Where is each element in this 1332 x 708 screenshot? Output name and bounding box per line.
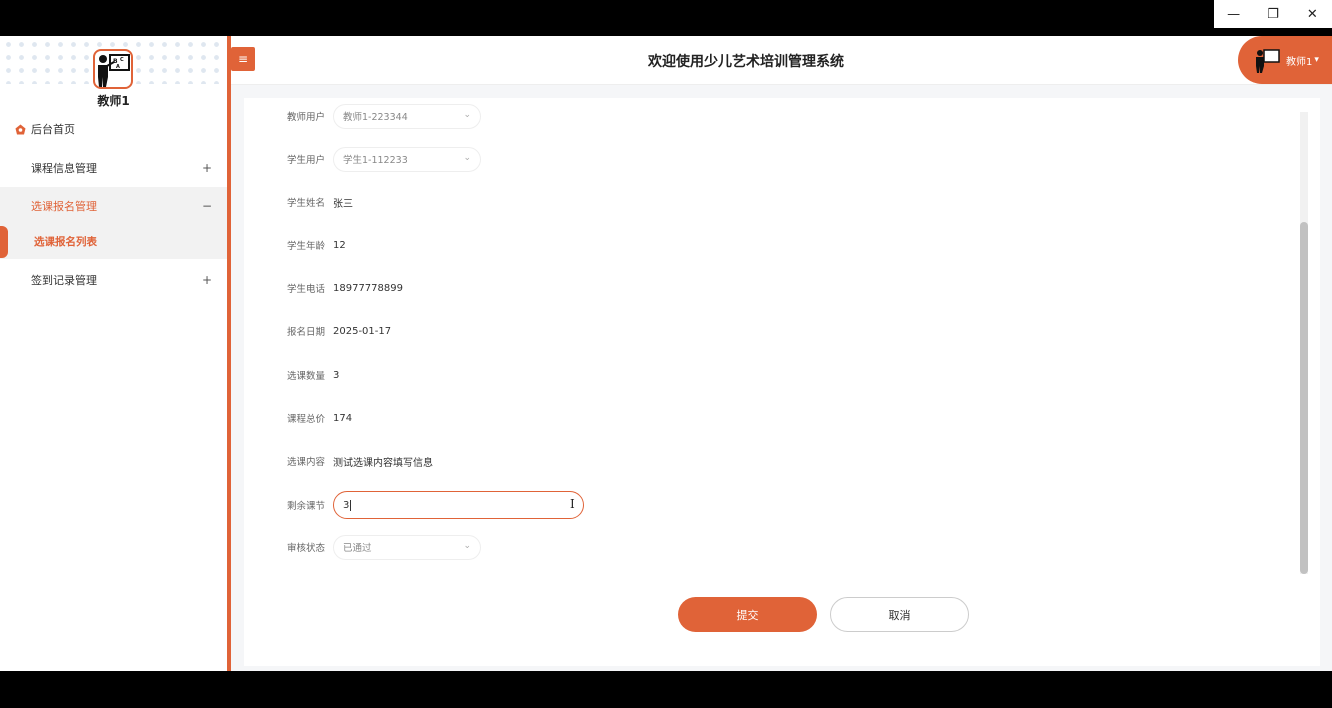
user-menu[interactable]: 教师1 ▾ — [1238, 36, 1332, 84]
review-status-select[interactable]: 已通过 ⌄ — [333, 534, 481, 560]
field-course-total: 课程总价 174 — [244, 405, 1144, 431]
field-label: 学生年龄 — [286, 241, 325, 252]
window-controls: — ❐ ✕ — [1214, 0, 1332, 28]
expand-icon[interactable]: + — [202, 161, 212, 175]
field-label: 学生电话 — [286, 284, 325, 295]
field-student-name: 学生姓名 张三 — [244, 189, 1144, 215]
header: ≡ 欢迎使用少儿艺术培训管理系统 教师1 ▾ — [231, 36, 1332, 85]
field-course-count: 选课数量 3 — [244, 362, 1144, 388]
field-value: 174 — [333, 412, 353, 424]
chevron-down-icon: ▾ — [1314, 55, 1319, 65]
grid-icon — [15, 201, 26, 212]
field-student-age: 学生年龄 12 — [244, 232, 1144, 258]
select-value: 学生1-112233 — [343, 155, 408, 166]
field-label: 报名日期 — [286, 327, 325, 338]
field-label: 选课数量 — [286, 371, 325, 382]
close-icon[interactable]: ✕ — [1293, 0, 1332, 28]
text-caret — [350, 499, 352, 511]
sidebar-subitem-enrollment-list[interactable]: 选课报名列表 — [0, 223, 227, 259]
field-value: 12 — [333, 239, 346, 251]
app-window: B C A 教师1 后台首页 课程信息管理 + 选课报名管理 − 选课报名列表 … — [0, 36, 1332, 671]
title-bar: — ❐ ✕ — [0, 0, 1332, 36]
chevron-down-icon: ⌄ — [463, 109, 471, 120]
active-marker — [0, 226, 8, 258]
form-panel: 教师用户 教师1-223344 ⌄ 学生用户 学生1-112233 ⌄ 学生姓名… — [244, 98, 1320, 666]
collapse-icon[interactable]: − — [202, 199, 212, 213]
field-course-content: 选课内容 测试选课内容填写信息 — [244, 448, 1144, 474]
cancel-button[interactable]: 取消 — [830, 597, 969, 632]
sidebar-item-enrollment[interactable]: 选课报名管理 − — [0, 187, 227, 225]
minimize-icon[interactable]: — — [1214, 0, 1253, 28]
user-avatar-icon — [1254, 47, 1280, 73]
scrollbar-thumb[interactable] — [1300, 222, 1308, 574]
field-student-phone: 学生电话 18977778899 — [244, 275, 1144, 301]
field-value: 3 — [333, 369, 340, 381]
restore-icon[interactable]: ❐ — [1253, 0, 1292, 28]
sidebar-item-label: 课程信息管理 — [31, 162, 97, 175]
student-user-select[interactable]: 学生1-112233 ⌄ — [333, 146, 481, 172]
svg-text:A: A — [116, 64, 120, 70]
field-student-user: 学生用户 学生1-112233 ⌄ — [244, 146, 1144, 172]
field-value: 测试选课内容填写信息 — [333, 457, 433, 469]
field-review-status: 审核状态 已通过 ⌄ — [244, 534, 1144, 560]
svg-text:C: C — [120, 57, 124, 63]
teacher-user-select[interactable]: 教师1-223344 ⌄ — [333, 103, 481, 129]
select-value: 已通过 — [343, 543, 372, 554]
field-remaining-lessons: 剩余课节 3 I — [244, 490, 1144, 520]
field-label: 审核状态 — [286, 543, 325, 554]
remaining-lessons-input[interactable]: 3 I — [333, 491, 584, 519]
page-title: 欢迎使用少儿艺术培训管理系统 — [648, 54, 844, 70]
field-label: 选课内容 — [286, 457, 325, 468]
ibeam-cursor-icon: I — [570, 497, 575, 511]
grid-icon — [15, 275, 26, 286]
grid-icon — [15, 163, 26, 174]
field-label: 学生用户 — [286, 155, 325, 166]
sidebar-item-label: 后台首页 — [31, 123, 75, 136]
chevron-down-icon: ⌄ — [463, 540, 471, 551]
submit-button[interactable]: 提交 — [678, 597, 817, 632]
field-value: 张三 — [333, 198, 353, 210]
field-value: 18977778899 — [333, 282, 403, 294]
home-icon — [15, 124, 26, 135]
field-label: 课程总价 — [286, 414, 325, 425]
field-label: 教师用户 — [286, 112, 325, 123]
sidebar-item-label: 签到记录管理 — [31, 274, 97, 287]
sidebar-border — [227, 36, 231, 671]
input-value: 3 — [343, 499, 350, 511]
field-label: 剩余课节 — [286, 501, 325, 512]
field-signup-date: 报名日期 2025-01-17 — [244, 318, 1144, 344]
sidebar-item-home[interactable]: 后台首页 — [0, 110, 227, 148]
field-value: 2025-01-17 — [333, 325, 392, 337]
teacher-avatar-icon: B C A — [93, 49, 133, 89]
user-name: 教师1 — [1286, 56, 1313, 68]
select-value: 教师1-223344 — [343, 112, 408, 123]
sidebar-item-course-info[interactable]: 课程信息管理 + — [0, 149, 227, 187]
chevron-down-icon: ⌄ — [463, 152, 471, 163]
sidebar: B C A 教师1 后台首页 课程信息管理 + 选课报名管理 − 选课报名列表 … — [0, 36, 227, 671]
sidebar-item-checkin[interactable]: 签到记录管理 + — [0, 261, 227, 299]
profile-name: 教师1 — [97, 94, 130, 108]
field-label: 学生姓名 — [286, 198, 325, 209]
bottom-bar — [0, 671, 1332, 708]
field-teacher-user: 教师用户 教师1-223344 ⌄ — [244, 103, 1144, 129]
sidebar-item-label: 选课报名管理 — [31, 200, 97, 213]
expand-icon[interactable]: + — [202, 273, 212, 287]
